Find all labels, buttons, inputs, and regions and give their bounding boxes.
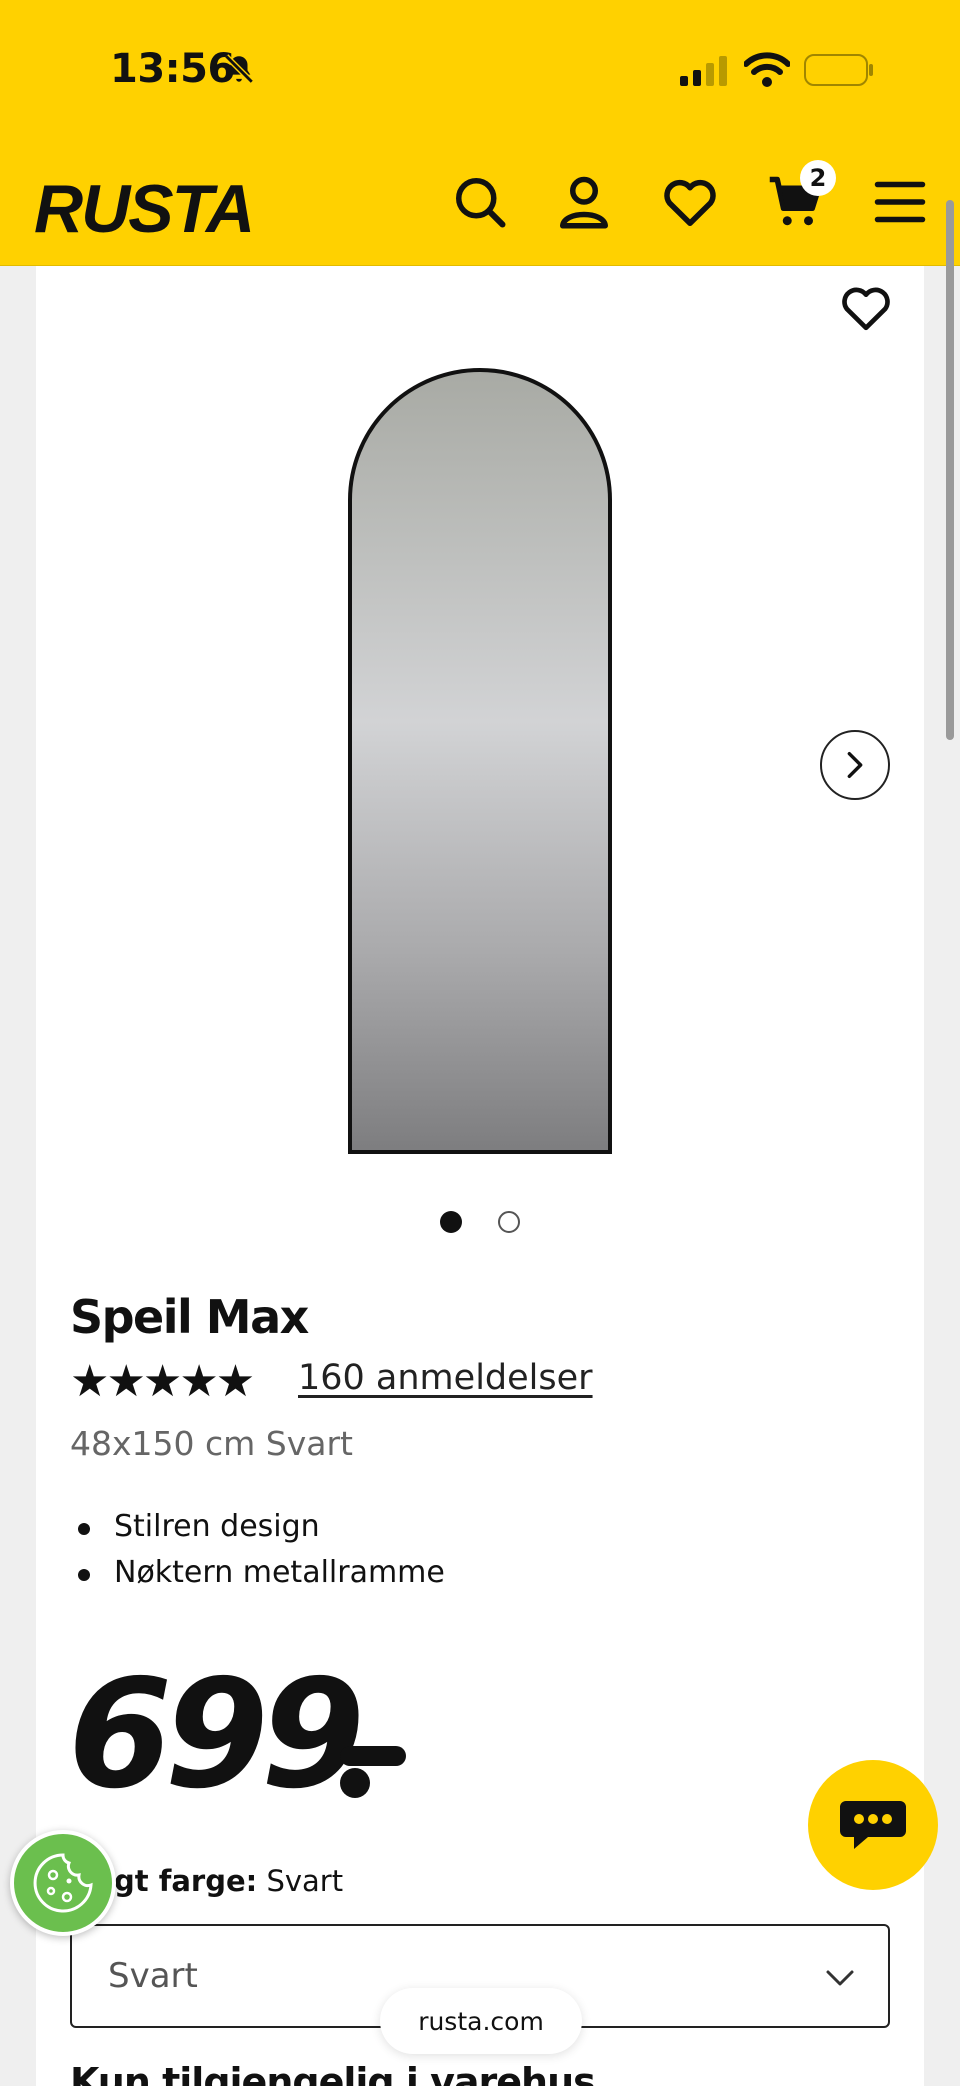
- menu-icon[interactable]: [870, 172, 930, 232]
- status-bar: 13:56: [0, 0, 960, 140]
- add-to-favorites-icon[interactable]: [838, 280, 894, 336]
- reviews-link[interactable]: 160 anmeldelser: [298, 1358, 593, 1398]
- cookie-settings-button[interactable]: [10, 1830, 116, 1936]
- cookie-icon: [33, 1853, 93, 1913]
- battery-icon: [804, 54, 873, 86]
- product-price: 699: [68, 1648, 365, 1822]
- color-label-value: Svart: [257, 1864, 344, 1898]
- product-variant: 48x150 cm Svart: [70, 1424, 353, 1463]
- search-icon[interactable]: [450, 172, 510, 232]
- section-heading: Kun tilgjengelig i varehus: [70, 2060, 596, 2086]
- gallery-dot-1[interactable]: [440, 1211, 462, 1233]
- gallery-dot-2[interactable]: [498, 1211, 520, 1233]
- rusta-logo[interactable]: RUSTA: [34, 168, 264, 244]
- cart-count-badge: 2: [800, 160, 836, 196]
- feature-item: Nøktern metallramme: [70, 1550, 445, 1596]
- status-time: 13:56: [110, 46, 235, 92]
- chat-button[interactable]: [808, 1760, 938, 1890]
- heart-icon[interactable]: [660, 172, 720, 232]
- product-image-mirror[interactable]: [344, 360, 616, 1158]
- chat-bubble-icon: [840, 1801, 906, 1849]
- color-label-prefix: gt farge:: [114, 1864, 258, 1898]
- price-suffix-dash: [340, 1746, 406, 1766]
- feature-list: Stilren design Nøktern metallramme: [70, 1504, 445, 1596]
- cellular-signal-icon: [680, 56, 727, 86]
- color-select-value: Svart: [108, 1956, 198, 1996]
- color-label: gt farge: Svart: [114, 1864, 343, 1898]
- wifi-icon: [744, 52, 790, 87]
- gallery-next-button[interactable]: [820, 730, 890, 800]
- price-suffix-dot: [340, 1768, 370, 1798]
- chevron-right-icon: [847, 751, 863, 779]
- feature-item: Stilren design: [70, 1504, 445, 1550]
- product-title: Speil Max: [70, 1290, 309, 1344]
- chevron-down-icon: [826, 1970, 854, 1986]
- site-header: RUSTA 2: [0, 140, 960, 266]
- browser-url-bar[interactable]: rusta.com: [380, 1988, 582, 2054]
- bell-slash-icon: [224, 54, 254, 84]
- page-scrollbar[interactable]: [946, 200, 954, 740]
- account-icon[interactable]: [554, 172, 614, 232]
- brand-name: RUSTA: [34, 171, 253, 244]
- rating-stars: ★★★★★: [70, 1356, 255, 1407]
